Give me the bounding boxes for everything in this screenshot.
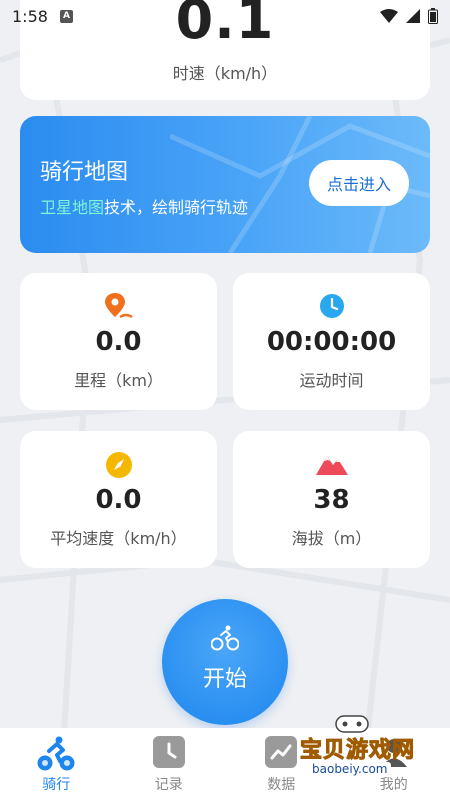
- stat-value: 0.0: [95, 485, 142, 515]
- stat-value: 38: [313, 485, 350, 515]
- tab-label: 记录: [154, 777, 183, 793]
- stat-altitude: 38 海拔（m）: [233, 431, 430, 568]
- start-button[interactable]: 开始: [162, 599, 288, 725]
- tab-records[interactable]: 记录: [113, 728, 226, 800]
- watermark-logo: 宝贝游戏网 baobeiy.com: [299, 712, 450, 784]
- tab-label: 骑行: [42, 777, 71, 793]
- map-desc-highlight: 卫星地图: [40, 198, 105, 217]
- enter-map-button[interactable]: 点击进入: [309, 160, 409, 206]
- map-desc-rest: 技术，绘制骑行轨迹: [104, 198, 249, 217]
- location-icon: [104, 293, 133, 319]
- compass-icon: [105, 452, 132, 478]
- stat-value: 0.0: [95, 327, 142, 357]
- watermark-text: 宝贝游戏网: [299, 738, 416, 764]
- map-card-description: 卫星地图技术，绘制骑行轨迹: [40, 194, 248, 218]
- clock-icon: [152, 736, 185, 768]
- stat-value: 00:00:00: [266, 327, 397, 357]
- notification-icon: A: [59, 9, 73, 23]
- stat-avg-speed: 0.0 平均速度（km/h）: [20, 431, 217, 568]
- stat-distance: 0.0 里程（km）: [20, 273, 217, 410]
- clock-icon: [319, 294, 344, 318]
- stat-label: 运动时间: [299, 371, 364, 390]
- stat-label: 平均速度（km/h）: [50, 529, 187, 548]
- gamepad-icon: [335, 715, 369, 733]
- map-card-title: 骑行地图: [40, 160, 129, 185]
- status-icons: [380, 8, 438, 24]
- signal-icon: [406, 9, 420, 23]
- riding-map-card[interactable]: 骑行地图 卫星地图技术，绘制骑行轨迹 点击进入: [20, 116, 430, 253]
- stat-label: 里程（km）: [74, 371, 163, 390]
- wifi-icon: [380, 9, 398, 23]
- start-button-label: 开始: [202, 667, 247, 692]
- watermark-url: baobeiy.com: [308, 762, 392, 776]
- status-bar: 1:58 A: [0, 0, 450, 32]
- battery-icon: [428, 8, 438, 24]
- stat-time: 00:00:00 运动时间: [233, 273, 430, 410]
- cyclist-icon: [211, 625, 239, 651]
- chart-icon: [265, 736, 298, 768]
- speed-label: 时速（km/h）: [172, 64, 278, 83]
- stat-label: 海拔（m）: [291, 529, 372, 548]
- status-time: 1:58: [12, 6, 48, 26]
- tab-riding[interactable]: 骑行: [0, 728, 113, 800]
- cyclist-icon: [37, 736, 75, 771]
- mountain-icon: [315, 456, 348, 475]
